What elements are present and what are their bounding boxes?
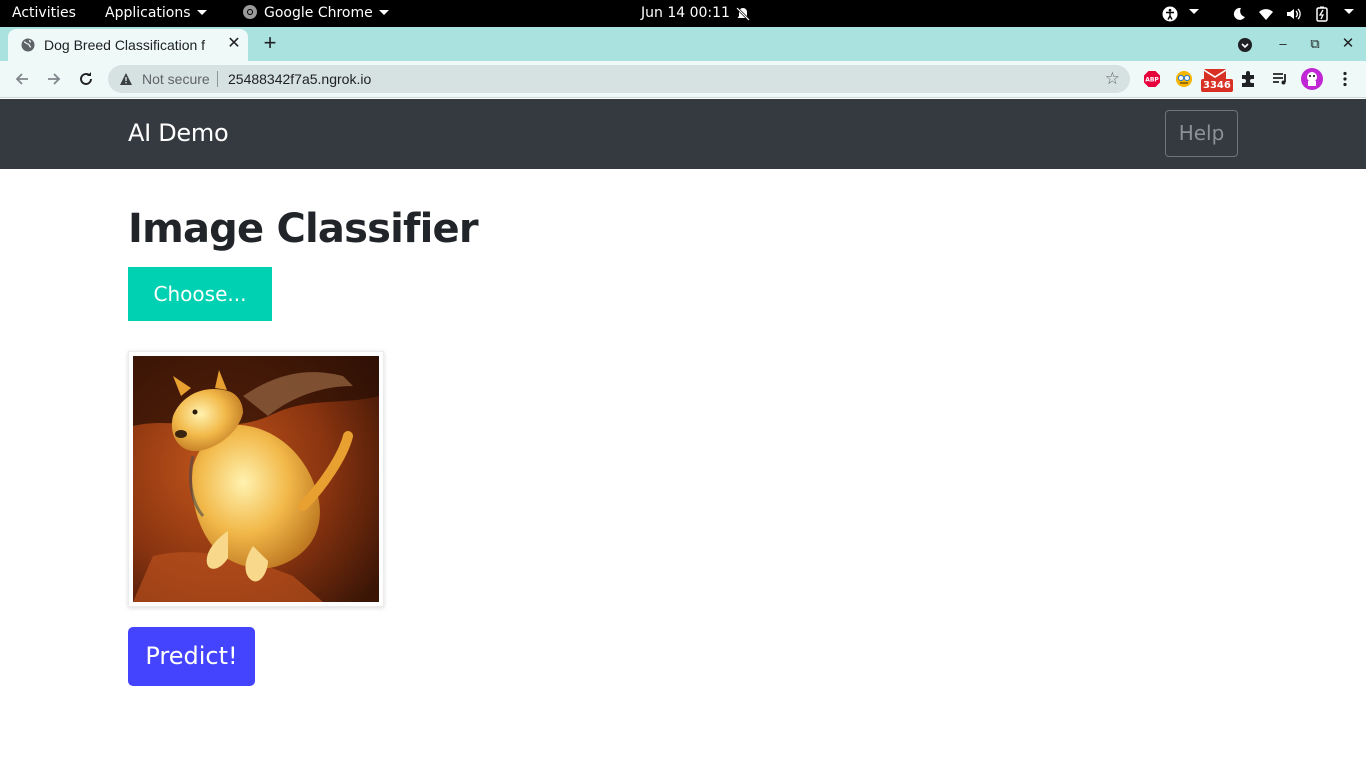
activities-button[interactable]: Activities	[12, 0, 76, 27]
minimize-icon[interactable]: –	[1273, 34, 1293, 54]
warning-icon[interactable]	[119, 72, 133, 86]
url-text[interactable]: 25488342f7a5.ngrok.io	[228, 71, 371, 87]
accessibility-icon[interactable]	[1162, 6, 1178, 22]
spectacles-extension-icon[interactable]	[1175, 70, 1193, 88]
clock[interactable]: Jun 14 00:11	[641, 0, 730, 27]
back-icon[interactable]	[12, 69, 32, 89]
adblock-plus-label: ABP	[1145, 77, 1159, 84]
media-queue-icon[interactable]	[1271, 70, 1289, 88]
dog-photo-icon	[133, 356, 379, 602]
applications-label: Applications	[105, 5, 191, 21]
reload-icon[interactable]	[76, 69, 96, 89]
predict-button[interactable]: Predict!	[128, 627, 255, 686]
divider	[217, 71, 218, 87]
window-close-icon[interactable]: ✕	[1338, 34, 1358, 54]
brand-title[interactable]: AI Demo	[128, 119, 229, 147]
forward-icon[interactable]	[44, 69, 64, 89]
new-tab-button[interactable]: +	[258, 31, 282, 55]
system-top-bar: Activities Applications Google Chrome Ju…	[0, 0, 1366, 27]
chevron-down-icon	[1189, 9, 1199, 14]
uploaded-image-preview	[128, 351, 384, 607]
night-light-icon	[1233, 7, 1245, 20]
tab-title: Dog Breed Classification f	[44, 37, 222, 53]
chevron-down-icon	[196, 9, 207, 15]
notifications-off-icon	[736, 7, 750, 21]
wifi-icon	[1259, 9, 1273, 20]
tab-strip: Dog Breed Classification f ✕ + – ⧉ ✕	[0, 27, 1366, 61]
restore-icon[interactable]: ⧉	[1305, 34, 1325, 54]
chevron-down-icon	[1344, 9, 1354, 14]
site-navbar: AI Demo Help	[0, 99, 1366, 169]
active-app-label: Google Chrome	[264, 5, 373, 21]
adblock-plus-icon[interactable]: ABP	[1143, 70, 1161, 88]
choose-file-button[interactable]: Choose...	[128, 267, 272, 321]
profile-avatar[interactable]	[1301, 68, 1323, 90]
chrome-icon	[243, 4, 257, 19]
security-status[interactable]: Not secure	[142, 71, 210, 87]
close-icon[interactable]: ✕	[225, 35, 243, 53]
chevron-down-icon	[378, 9, 389, 15]
unread-count-badge: 3346	[1201, 79, 1233, 92]
battery-icon	[1316, 6, 1328, 22]
tab-search-icon[interactable]	[1237, 37, 1253, 53]
more-options-icon[interactable]	[1336, 70, 1354, 88]
browser-toolbar: Not secure 25488342f7a5.ngrok.io ☆ ABP 3…	[0, 61, 1366, 98]
applications-menu[interactable]: Applications	[105, 0, 207, 27]
globe-icon	[21, 38, 35, 52]
help-button[interactable]: Help	[1165, 110, 1238, 157]
bookmark-star-icon[interactable]: ☆	[1105, 69, 1120, 89]
volume-icon	[1287, 8, 1301, 20]
page-title: Image Classifier	[128, 206, 479, 252]
address-bar[interactable]: Not secure 25488342f7a5.ngrok.io ☆	[108, 65, 1130, 93]
extensions-puzzle-icon[interactable]	[1239, 70, 1257, 88]
mail-checker-extension[interactable]: 3346	[1201, 69, 1233, 93]
tab-dog-breed-classification[interactable]: Dog Breed Classification f ✕	[8, 29, 248, 61]
active-app-menu[interactable]: Google Chrome	[242, 0, 389, 27]
